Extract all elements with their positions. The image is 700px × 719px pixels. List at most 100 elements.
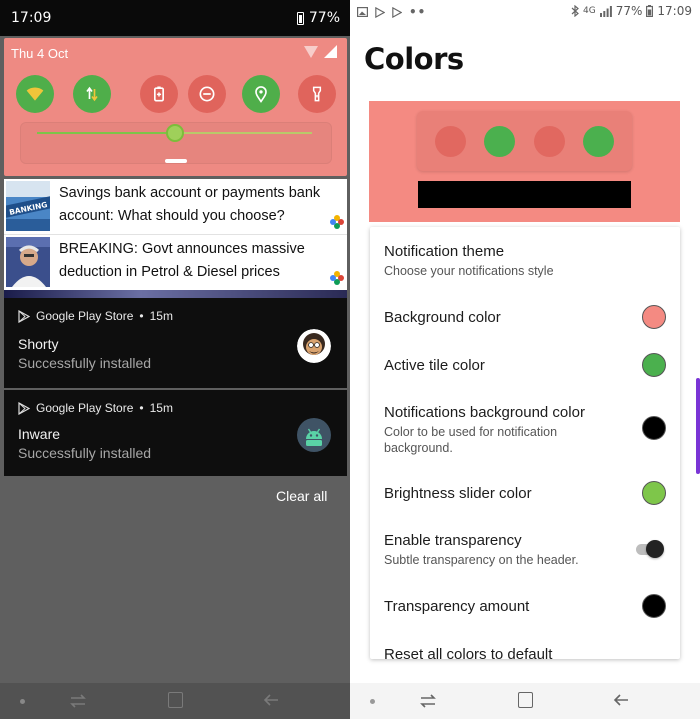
background-color-swatch[interactable] <box>642 305 666 329</box>
brightness-slider[interactable] <box>37 124 312 142</box>
data-arrows-icon <box>86 86 98 102</box>
notification-header: Google Play Store • 15m <box>18 401 173 415</box>
banking-thumbnail-image: BANKING <box>6 181 50 231</box>
setting-brightness-slider-color[interactable]: Brightness slider color <box>370 471 680 517</box>
preview-inactive-tile <box>435 126 466 157</box>
setting-label: Background color <box>384 309 501 326</box>
preview-active-tile <box>484 126 515 157</box>
preview-notification-bar <box>418 181 631 208</box>
recent-apps-icon[interactable] <box>70 693 86 709</box>
news-notification-card[interactable]: BANKING Savings bank account or payments… <box>4 179 347 290</box>
brightness-slider-thumb[interactable] <box>165 124 184 142</box>
location-pin-icon <box>255 86 267 103</box>
notification-app-name: Google Play Store <box>36 309 134 323</box>
brightness-slider-fill <box>37 132 175 134</box>
mobile-data-tile[interactable] <box>73 75 111 113</box>
politician-thumbnail-image <box>6 237 50 287</box>
preview-tile-panel <box>417 111 632 171</box>
preview-active-tile <box>583 126 614 157</box>
status-bar: 17:09 77% <box>0 0 350 36</box>
notification-title: Inware <box>18 426 61 442</box>
wifi-status-icon <box>304 45 318 58</box>
news-app-icon <box>330 271 344 285</box>
notification-header: Google Play Store • 15m <box>18 309 173 323</box>
do-not-disturb-tile[interactable] <box>188 75 226 113</box>
notification-time: 15m <box>149 309 173 323</box>
news-headline: BREAKING: Govt announces massive deducti… <box>59 241 305 280</box>
battery-saver-tile[interactable] <box>140 75 178 113</box>
nav-dot-icon <box>20 699 25 704</box>
battery-percent: 77% <box>615 4 643 18</box>
active-tile-color-swatch[interactable] <box>642 353 666 377</box>
setting-description: Subtle transparency on the header. <box>384 553 579 567</box>
signal-bars-icon <box>599 5 612 17</box>
notification-card[interactable]: Google Play Store • 15m Inware Successfu… <box>4 390 347 476</box>
setting-label: Transparency amount <box>384 598 530 615</box>
setting-notifications-background-color[interactable]: Notifications background color Color to … <box>370 393 680 463</box>
setting-background-color[interactable]: Background color <box>370 293 680 339</box>
status-notification-icons: •• <box>357 5 426 19</box>
location-tile[interactable] <box>242 75 280 113</box>
wifi-icon <box>26 87 44 101</box>
signal-indicators <box>304 45 337 58</box>
navigation-bar <box>0 683 350 719</box>
separator-dot: • <box>139 401 144 415</box>
play-store-icon <box>18 401 30 415</box>
wifi-tile[interactable] <box>16 75 54 113</box>
play-store-icon <box>18 309 30 323</box>
right-screen: •• 4G 77% 17:09 Colors Notification them… <box>350 0 700 719</box>
quick-settings-drag-handle[interactable] <box>165 159 187 163</box>
battery-icon <box>296 11 304 25</box>
clear-all-button[interactable]: Clear all <box>276 488 327 504</box>
setting-transparency-amount[interactable]: Transparency amount <box>370 587 680 633</box>
notification-app-name: Google Play Store <box>36 401 134 415</box>
network-type: 4G <box>583 5 596 16</box>
home-button-icon[interactable] <box>168 692 183 708</box>
setting-active-tile-color[interactable]: Active tile color <box>370 341 680 387</box>
bluetooth-icon <box>571 5 579 17</box>
scrollbar[interactable] <box>696 378 700 474</box>
setting-notification-theme[interactable]: Notification theme Choose your notificat… <box>370 227 680 287</box>
brightness-slider-color-swatch[interactable] <box>642 481 666 505</box>
notification-time: 15m <box>149 401 173 415</box>
setting-reset-colors[interactable]: Reset all colors to default <box>370 637 680 659</box>
play-store-icon <box>375 6 385 18</box>
gallery-icon <box>357 7 368 17</box>
transparency-amount-swatch[interactable] <box>642 594 666 618</box>
notification-title: Shorty <box>18 336 59 352</box>
news-item[interactable]: BREAKING: Govt announces massive deducti… <box>4 235 347 289</box>
notification-card[interactable]: Google Play Store • 15m Shorty Successfu… <box>4 298 347 388</box>
news-headline: Savings bank account or payments bank ac… <box>59 185 321 224</box>
play-store-icon <box>392 6 402 18</box>
status-time: 17:09 <box>657 4 692 18</box>
setting-description: Color to be used for notification backgr… <box>384 425 558 455</box>
status-time: 17:09 <box>11 10 52 26</box>
back-arrow-icon[interactable] <box>613 692 629 708</box>
notification-subtitle: Successfully installed <box>18 445 152 461</box>
preview-inactive-tile <box>534 126 565 157</box>
notifications-background-color-swatch[interactable] <box>642 416 666 440</box>
news-item[interactable]: BANKING Savings bank account or payments… <box>4 179 347 233</box>
left-screen: 17:09 77% Thu 4 Oct BANKING Savings bank… <box>0 0 350 719</box>
flashlight-tile[interactable] <box>298 75 336 113</box>
news-app-icon <box>330 215 344 229</box>
home-button-icon[interactable] <box>518 692 533 708</box>
shorty-app-icon <box>297 329 331 363</box>
nav-dot-icon <box>370 699 375 704</box>
transparency-toggle[interactable] <box>634 540 666 558</box>
quick-settings-panel[interactable]: Thu 4 Oct <box>4 38 347 176</box>
setting-label: Notification theme <box>384 243 505 260</box>
cellular-signal-icon <box>324 45 337 58</box>
setting-enable-transparency[interactable]: Enable transparency Subtle transparency … <box>370 523 680 579</box>
setting-description: Choose your notifications style <box>384 264 554 278</box>
quick-tiles-row <box>16 75 336 113</box>
battery-percent: 77% <box>308 10 340 26</box>
flashlight-icon <box>312 86 322 102</box>
quick-settings-date: Thu 4 Oct <box>11 46 69 61</box>
android-app-icon <box>297 418 331 452</box>
setting-label: Enable transparency <box>384 532 522 549</box>
setting-label: Reset all colors to default <box>384 646 553 659</box>
back-arrow-icon[interactable] <box>263 692 279 708</box>
recent-apps-icon[interactable] <box>420 693 436 709</box>
status-system-icons: 4G 77% 17:09 <box>571 4 692 18</box>
